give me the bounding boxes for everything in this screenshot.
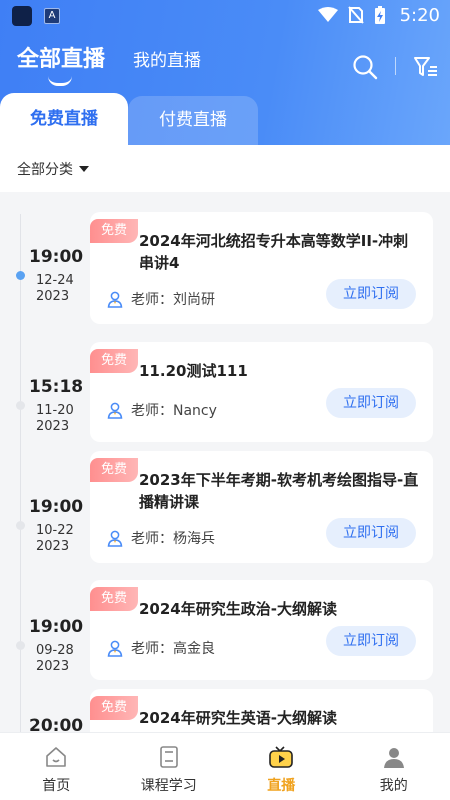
header: A 5:20 全部直播 我的直播 免费直播 付费直播 bbox=[0, 0, 450, 145]
nav-live[interactable]: 直播 bbox=[225, 733, 338, 800]
live-year: 2023 bbox=[36, 539, 70, 554]
caret-down-icon bbox=[79, 166, 89, 172]
teacher-info: 老师：高金良 bbox=[106, 638, 215, 658]
subscribe-button[interactable]: 立即订阅 bbox=[326, 518, 416, 548]
live-date: 12-24 bbox=[36, 273, 74, 288]
app-badge-icon: A bbox=[44, 8, 60, 24]
teacher-icon bbox=[107, 530, 123, 547]
free-badge: 免费 bbox=[90, 696, 138, 720]
free-badge: 免费 bbox=[90, 219, 138, 243]
teacher-icon bbox=[107, 291, 123, 308]
teacher-name: 老师：Nancy bbox=[131, 403, 217, 419]
live-item: 19:00 12-24 2023 免费 2024年河北统招专升本高等数学II-冲… bbox=[0, 192, 450, 324]
live-card[interactable]: 免费 11.20测试111 老师：Nancy 立即订阅 bbox=[90, 342, 433, 442]
active-tab-indicator bbox=[48, 76, 72, 86]
category-label: 全部分类 bbox=[17, 162, 73, 178]
app-notification-icon bbox=[12, 6, 32, 26]
home-icon bbox=[46, 747, 67, 767]
live-title: 2024年河北统招专升本高等数学II-冲刺串讲4 bbox=[139, 232, 409, 272]
live-card[interactable]: 免费 2024年河北统招专升本高等数学II-冲刺串讲4 老师：刘尚研 立即订阅 bbox=[90, 212, 433, 324]
bottom-nav: 首页 课程学习 直播 我的 bbox=[0, 732, 450, 800]
nav-home[interactable]: 首页 bbox=[0, 733, 113, 800]
live-item: 19:00 09-28 2023 免费 2024年研究生政治-大纲解读 老师：高… bbox=[0, 562, 450, 680]
teacher-info: 老师：杨海兵 bbox=[106, 528, 215, 548]
teacher-name: 老师：高金良 bbox=[131, 641, 215, 657]
live-time: 20:00 bbox=[29, 716, 84, 732]
timeline-dot bbox=[16, 401, 25, 410]
free-badge: 免费 bbox=[90, 349, 138, 373]
live-card[interactable]: 免费 2024年研究生英语-大纲解读 bbox=[90, 689, 433, 732]
live-date: 11-20 bbox=[36, 403, 74, 418]
filter-icon[interactable] bbox=[413, 55, 439, 79]
live-title: 2024年研究生政治-大纲解读 bbox=[139, 600, 337, 618]
filter-bar: 全部分类 bbox=[0, 145, 450, 192]
live-year: 2023 bbox=[36, 419, 70, 434]
user-icon bbox=[383, 748, 404, 768]
teacher-info: 老师：刘尚研 bbox=[106, 289, 215, 309]
live-year: 2023 bbox=[36, 289, 70, 304]
free-badge: 免费 bbox=[90, 587, 138, 611]
nav-courses[interactable]: 课程学习 bbox=[113, 733, 226, 800]
header-divider bbox=[395, 57, 396, 75]
tab-my-live[interactable]: 我的直播 bbox=[133, 46, 201, 71]
subscribe-button[interactable]: 立即订阅 bbox=[326, 626, 416, 656]
live-time: 19:00 bbox=[29, 617, 84, 637]
live-time: 19:00 bbox=[29, 247, 84, 267]
status-time: 5:20 bbox=[399, 5, 440, 26]
nav-mine[interactable]: 我的 bbox=[338, 733, 450, 800]
live-item: 20:00 免费 2024年研究生英语-大纲解读 bbox=[0, 670, 450, 732]
live-time: 19:00 bbox=[29, 497, 84, 517]
search-icon[interactable] bbox=[352, 54, 378, 80]
tab-all-live[interactable]: 全部直播 bbox=[17, 41, 105, 73]
segment-free-live[interactable]: 免费直播 bbox=[0, 93, 128, 145]
teacher-info: 老师：Nancy bbox=[106, 400, 217, 420]
timeline-dot bbox=[16, 641, 25, 650]
live-card[interactable]: 免费 2024年研究生政治-大纲解读 老师：高金良 立即订阅 bbox=[90, 580, 433, 680]
live-title: 2024年研究生英语-大纲解读 bbox=[139, 709, 337, 727]
timeline-dot bbox=[16, 521, 25, 530]
teacher-icon bbox=[107, 640, 123, 657]
subscribe-button[interactable]: 立即订阅 bbox=[326, 279, 416, 309]
nav-home-label: 首页 bbox=[42, 778, 71, 794]
live-list: 19:00 12-24 2023 免费 2024年河北统招专升本高等数学II-冲… bbox=[0, 192, 450, 732]
live-card[interactable]: 免费 2023年下半年考期-软考机考绘图指导-直播精讲课 老师：杨海兵 立即订阅 bbox=[90, 451, 433, 563]
free-badge: 免费 bbox=[90, 458, 138, 482]
nav-mine-label: 我的 bbox=[379, 778, 408, 794]
subscribe-button[interactable]: 立即订阅 bbox=[326, 388, 416, 418]
battery-charging-icon bbox=[375, 6, 385, 24]
live-title: 11.20测试111 bbox=[139, 362, 248, 380]
wifi-icon bbox=[318, 7, 338, 22]
live-title: 2023年下半年考期-软考机考绘图指导-直播精讲课 bbox=[139, 471, 419, 511]
tv-live-icon bbox=[269, 746, 294, 768]
teacher-name: 老师：杨海兵 bbox=[131, 531, 215, 547]
nav-courses-label: 课程学习 bbox=[140, 778, 197, 794]
timeline-dot bbox=[16, 271, 25, 280]
status-icons bbox=[318, 5, 386, 25]
book-icon bbox=[159, 746, 178, 768]
no-sim-icon bbox=[348, 6, 364, 24]
segment-paid-live[interactable]: 付费直播 bbox=[128, 96, 258, 145]
teacher-name: 老师：刘尚研 bbox=[131, 292, 215, 308]
nav-live-label: 直播 bbox=[267, 778, 296, 794]
teacher-icon bbox=[107, 402, 123, 419]
live-item: 19:00 10-22 2023 免费 2023年下半年考期-软考机考绘图指导-… bbox=[0, 442, 450, 563]
live-item: 15:18 11-20 2023 免费 11.20测试111 老师：Nancy … bbox=[0, 322, 450, 442]
live-date: 09-28 bbox=[36, 643, 74, 658]
status-bar: A 5:20 bbox=[0, 0, 450, 32]
live-date: 10-22 bbox=[36, 523, 74, 538]
live-time: 15:18 bbox=[29, 377, 84, 397]
category-dropdown[interactable]: 全部分类 bbox=[17, 159, 89, 179]
